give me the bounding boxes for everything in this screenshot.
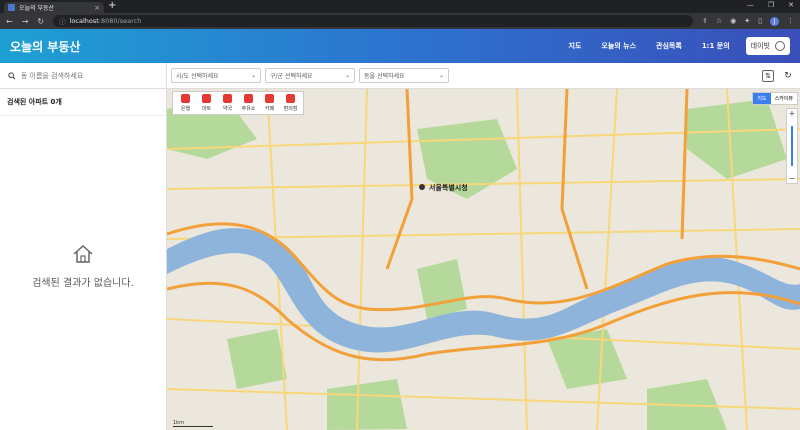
filter-icon[interactable]: ⇅ — [762, 69, 774, 82]
zoom-control: + − — [786, 108, 798, 184]
nav-inquiry[interactable]: 1:1 문의 — [702, 41, 730, 51]
gugun-select[interactable]: 구/군 선택하세요 ⌄ — [265, 68, 355, 83]
close-tab-icon[interactable]: × — [94, 4, 100, 12]
category-cafe[interactable]: 카페 — [259, 94, 280, 112]
minimize-icon[interactable]: — — [747, 1, 754, 9]
category-bank[interactable]: 은행 — [175, 94, 196, 112]
category-bar: 은행 마트 약국 주유소 카페 편의점 — [172, 91, 304, 115]
menu-kebab-icon[interactable]: ⋮ — [787, 17, 794, 25]
search-input[interactable] — [20, 71, 158, 80]
gugun-select-label: 구/군 선택하세요 — [270, 73, 313, 80]
map-scale: 1km — [173, 420, 213, 427]
user-icon — [775, 41, 785, 51]
category-gas-label: 주유소 — [241, 106, 256, 112]
url-host: localhost — [69, 17, 99, 25]
address-bar[interactable]: ⓘ localhost:8080/search — [53, 15, 693, 27]
empty-state: 검색된 결과가 없습니다. — [0, 244, 166, 289]
pharmacy-icon — [223, 94, 232, 103]
close-window-icon[interactable]: ✕ — [788, 1, 794, 9]
chevron-down-icon: ⌄ — [250, 72, 256, 79]
url-path: :8080/search — [98, 17, 142, 25]
zoom-slider[interactable] — [791, 126, 793, 166]
category-store-label: 편의점 — [283, 106, 298, 112]
refresh-icon[interactable]: ↻ — [782, 70, 794, 82]
user-menu-button[interactable]: 데이빗 — [745, 37, 790, 55]
map-type-map[interactable]: 지도 — [753, 93, 771, 104]
category-pharmacy-label: 약국 — [222, 106, 233, 112]
result-count: 검색된 아파트 0개 — [0, 89, 166, 116]
search-icon — [8, 71, 16, 79]
extension-icon[interactable]: ◉ — [730, 17, 736, 25]
search-toolbar: 시/도 선택하세요 ⌄ 구/군 선택하세요 ⌄ 동을 선택하세요 ⌄ ⇅ ↻ — [0, 62, 800, 89]
map-canvas: 서울특별시청 — [167, 89, 800, 430]
zoom-out-icon[interactable]: − — [789, 174, 796, 183]
region-selects: 시/도 선택하세요 ⌄ 구/군 선택하세요 ⌄ 동을 선택하세요 ⌄ — [167, 68, 449, 83]
app-header: 오늘의 부동산 지도 오늘의 뉴스 관심목록 1:1 문의 데이빗 — [0, 29, 800, 63]
search-box — [0, 62, 167, 89]
puzzle-icon[interactable]: ✦ — [744, 17, 750, 25]
city-hall-label: 서울특별시청 — [429, 183, 468, 192]
category-mart-label: 마트 — [201, 106, 212, 112]
nav-map[interactable]: 지도 — [569, 41, 582, 51]
dong-select[interactable]: 동을 선택하세요 ⌄ — [359, 68, 449, 83]
category-gas[interactable]: 주유소 — [238, 94, 259, 112]
bookmark-star-icon[interactable]: ☆ — [716, 17, 722, 25]
maximize-icon[interactable]: ❐ — [768, 1, 774, 9]
browser-tab[interactable]: 오늘의 부동산 × — [4, 2, 104, 13]
tab-title: 오늘의 부동산 — [19, 5, 55, 12]
nav-news[interactable]: 오늘의 뉴스 — [601, 41, 636, 51]
nav-favorites[interactable]: 관심목록 — [656, 41, 682, 51]
browser-toolbar: ← → ↻ ⓘ localhost:8080/search ⇪ ☆ ◉ ✦ ▯ … — [0, 13, 800, 29]
cafe-icon — [265, 94, 274, 103]
share-icon[interactable]: ⇪ — [702, 17, 708, 25]
sido-select[interactable]: 시/도 선택하세요 ⌄ — [171, 68, 261, 83]
sido-select-label: 시/도 선택하세요 — [176, 73, 219, 80]
category-store[interactable]: 편의점 — [280, 94, 301, 112]
info-icon: ⓘ — [59, 18, 66, 26]
user-name: 데이빗 — [750, 42, 770, 50]
bank-icon — [181, 94, 190, 103]
home-icon — [73, 244, 93, 263]
category-pharmacy[interactable]: 약국 — [217, 94, 238, 112]
dong-select-label: 동을 선택하세요 — [364, 73, 405, 80]
app-logo[interactable]: 오늘의 부동산 — [10, 38, 80, 55]
reload-icon[interactable]: ↻ — [37, 17, 44, 26]
map-type-toggle: 지도 스카이뷰 — [752, 92, 798, 105]
main-nav: 지도 오늘의 뉴스 관심목록 1:1 문의 데이빗 — [569, 37, 790, 55]
back-icon[interactable]: ← — [6, 17, 13, 26]
map-type-skyview[interactable]: 스카이뷰 — [771, 93, 797, 104]
gas-station-icon — [244, 94, 253, 103]
zoom-in-icon[interactable]: + — [789, 109, 796, 118]
mart-icon — [202, 94, 211, 103]
city-label — [419, 184, 425, 190]
empty-message: 검색된 결과가 없습니다. — [32, 278, 134, 289]
forward-icon[interactable]: → — [22, 17, 29, 26]
chevron-down-icon: ⌄ — [438, 72, 444, 79]
chevron-down-icon: ⌄ — [344, 72, 350, 79]
category-mart[interactable]: 마트 — [196, 94, 217, 112]
category-bank-label: 은행 — [180, 106, 191, 112]
category-cafe-label: 카페 — [264, 106, 275, 112]
profile-avatar[interactable]: J — [770, 16, 779, 26]
new-tab-icon[interactable]: + — [108, 0, 116, 11]
map-view[interactable]: 서울특별시청 은행 마트 약국 주유소 카페 편의점 지도 스카이뷰 + − 1… — [167, 89, 800, 430]
sidepanel-icon[interactable]: ▯ — [758, 17, 762, 25]
window-controls: — ❐ ✕ — [747, 1, 794, 9]
result-sidebar: 검색된 아파트 0개 검색된 결과가 없습니다. — [0, 89, 167, 430]
favicon-icon — [8, 4, 15, 11]
store-icon — [286, 94, 295, 103]
browser-tabstrip: 오늘의 부동산 × + — ❐ ✕ — [0, 0, 800, 13]
